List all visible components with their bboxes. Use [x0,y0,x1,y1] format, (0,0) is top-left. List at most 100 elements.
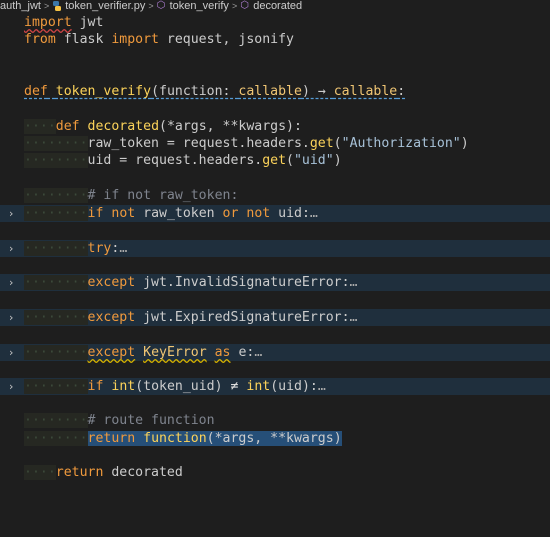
fold-ellipsis[interactable]: … [350,310,358,325]
function-name: token_verify [55,84,152,99]
fold-ellipsis[interactable]: … [310,206,318,221]
chevron-right-icon[interactable]: › [9,309,21,326]
code-text: uid = request.headers. [87,153,263,168]
chevron-right-icon[interactable]: › [9,378,21,395]
keyword: or [222,206,239,221]
code-text: : [397,84,406,99]
indent-guide: ········ [24,136,88,151]
comment: # if not raw_token: [87,188,239,203]
indent-guide: ········ [24,345,88,360]
method-name: get [262,153,287,168]
fold-ellipsis[interactable]: … [350,275,358,290]
type-name: KeyError [143,345,207,360]
code-text: (*args, **kwargs): [159,119,302,134]
code-line[interactable]: ········# if not raw_token: [0,187,550,204]
indent-guide: ········ [24,206,88,221]
keyword: as [214,345,231,360]
breadcrumb-folder[interactable]: auth_jwt [0,0,41,12]
code-text: (*args, **kwargs) [206,431,342,446]
indent-guide: ········ [24,413,88,428]
indent-guide: ········ [24,275,88,290]
chevron-right-icon: > [43,1,50,11]
code-text: jwt.ExpiredSignatureError: [135,310,350,325]
fold-ellipsis[interactable]: … [119,241,127,256]
function-name: function [143,431,207,446]
code-text: ( [333,136,342,151]
cube-icon: ⬡ [240,0,249,11]
folded-code-line[interactable]: › ········if int(token_uid) ≠ int(uid):… [0,378,550,395]
indent-guide: ········ [24,153,88,168]
code-line[interactable]: import jwt [0,14,550,31]
code-text: (token_uid) [135,379,231,394]
code-text: request, jsonify [158,32,294,47]
code-line[interactable]: ········uid = request.headers.get("uid") [0,152,550,169]
code-editor[interactable]: import jwt from flask import request, js… [0,12,550,537]
method-name: get [309,136,334,151]
keyword: not [111,206,136,221]
keyword: from [24,32,56,47]
keyword: except [87,345,136,360]
indent-guide: ········ [24,431,88,446]
keyword: not [246,206,271,221]
code-text: e: [230,345,255,360]
code-text: jwt [71,15,104,30]
code-text: uid: [270,206,310,221]
folded-code-line[interactable]: › ········except KeyError as e:… [0,344,550,361]
keyword: def [24,84,48,99]
indent-guide: ········ [24,379,88,394]
indent-guide: ········ [24,188,88,203]
code-line[interactable]: from flask import request, jsonify [0,31,550,48]
code-line[interactable]: def token_verify(function: callable) → c… [0,83,550,100]
folded-code-line[interactable]: › ········try:… [0,240,550,257]
indent-guide: ········ [24,241,88,256]
code-line-selected[interactable]: ········return function(*args, **kwargs) [0,430,550,447]
code-text: (function: [151,84,239,99]
code-line[interactable]: ····def decorated(*args, **kwargs): [0,118,550,135]
code-text: ) [333,153,342,168]
code-text: ) [460,136,469,151]
breadcrumb-symbol[interactable]: decorated [253,0,302,12]
chevron-right-icon[interactable]: › [9,274,21,291]
fold-ellipsis[interactable]: … [318,379,326,394]
chevron-right-icon[interactable]: › [9,240,21,257]
breadcrumb: auth_jwt > token_verifier.py > ⬡ token_v… [0,0,550,12]
python-file-icon [53,1,62,11]
chevron-right-icon[interactable]: › [9,344,21,361]
code-line[interactable]: ········# route function [0,412,550,429]
function-name: decorated [87,119,160,134]
builtin-name: int [111,379,136,394]
chevron-right-icon: > [148,1,154,11]
keyword: if [87,206,104,221]
breadcrumb-function[interactable]: token_verify [170,0,229,12]
comment: # route function [87,413,215,428]
string-literal: "uid" [293,153,334,168]
code-line[interactable]: ········raw_token = request.headers.get(… [0,135,550,152]
folded-code-line[interactable]: › ········except jwt.InvalidSignatureErr… [0,274,550,291]
fold-ellipsis[interactable]: … [254,345,262,360]
keyword: if [87,379,104,394]
code-text: ( [286,153,294,168]
folded-code-line[interactable]: › ········except jwt.ExpiredSignatureErr… [0,309,550,326]
keyword: except [87,310,136,325]
chevron-right-icon: > [231,1,238,11]
builtin-name: int [246,379,271,394]
code-text: raw_token [135,206,223,221]
code-text: raw_token = request.headers. [87,136,310,151]
keyword: return [55,465,104,480]
code-text: decorated [103,465,183,480]
keyword: return [87,431,136,446]
breadcrumb-file[interactable]: token_verifier.py [65,0,145,12]
keyword: def [55,119,80,134]
keyword: import [24,15,72,30]
chevron-right-icon[interactable]: › [9,205,21,222]
code-line[interactable]: ····return decorated [0,464,550,481]
keyword: try [87,241,112,256]
cube-icon: ⬡ [156,0,166,11]
indent-guide: ········ [24,310,88,325]
folded-code-line[interactable]: › ········if not raw_token or not uid:… [0,205,550,222]
